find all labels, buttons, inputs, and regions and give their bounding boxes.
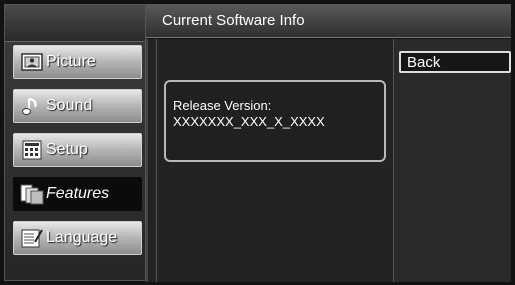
sound-icon — [20, 95, 44, 117]
sidebar: Picture Sound Setup Features Language — [4, 4, 146, 281]
sidebar-item-sound[interactable]: Sound — [13, 89, 142, 123]
sidebar-item-label: Sound — [46, 97, 93, 114]
sidebar-item-picture[interactable]: Picture — [13, 45, 142, 79]
picture-icon — [20, 51, 44, 73]
setup-icon — [20, 139, 44, 161]
release-version-label: Release Version: — [173, 98, 272, 113]
action-panel: Back — [393, 39, 511, 282]
sidebar-item-setup[interactable]: Setup — [13, 133, 142, 167]
sidebar-item-label: Picture — [46, 53, 96, 70]
sidebar-item-label: Language — [46, 229, 118, 246]
sidebar-item-label: Features — [46, 185, 110, 202]
features-icon — [20, 183, 44, 205]
page-title: Current Software Info — [146, 4, 511, 38]
software-info-box: Release Version: XXXXXXX_XXX_X_XXXX — [164, 80, 386, 162]
sidebar-item-label: Setup — [46, 141, 88, 158]
language-icon — [20, 227, 44, 249]
sidebar-header — [5, 5, 145, 42]
content-panel: Release Version: XXXXXXX_XXX_X_XXXX — [146, 39, 393, 282]
back-button[interactable]: Back — [399, 51, 511, 73]
release-version-value: XXXXXXX_XXX_X_XXXX — [173, 114, 325, 129]
menu-screen: Picture Sound Setup Features Language Cu… — [0, 0, 515, 285]
sidebar-item-features[interactable]: Features — [13, 177, 142, 211]
sidebar-item-language[interactable]: Language — [13, 221, 142, 255]
